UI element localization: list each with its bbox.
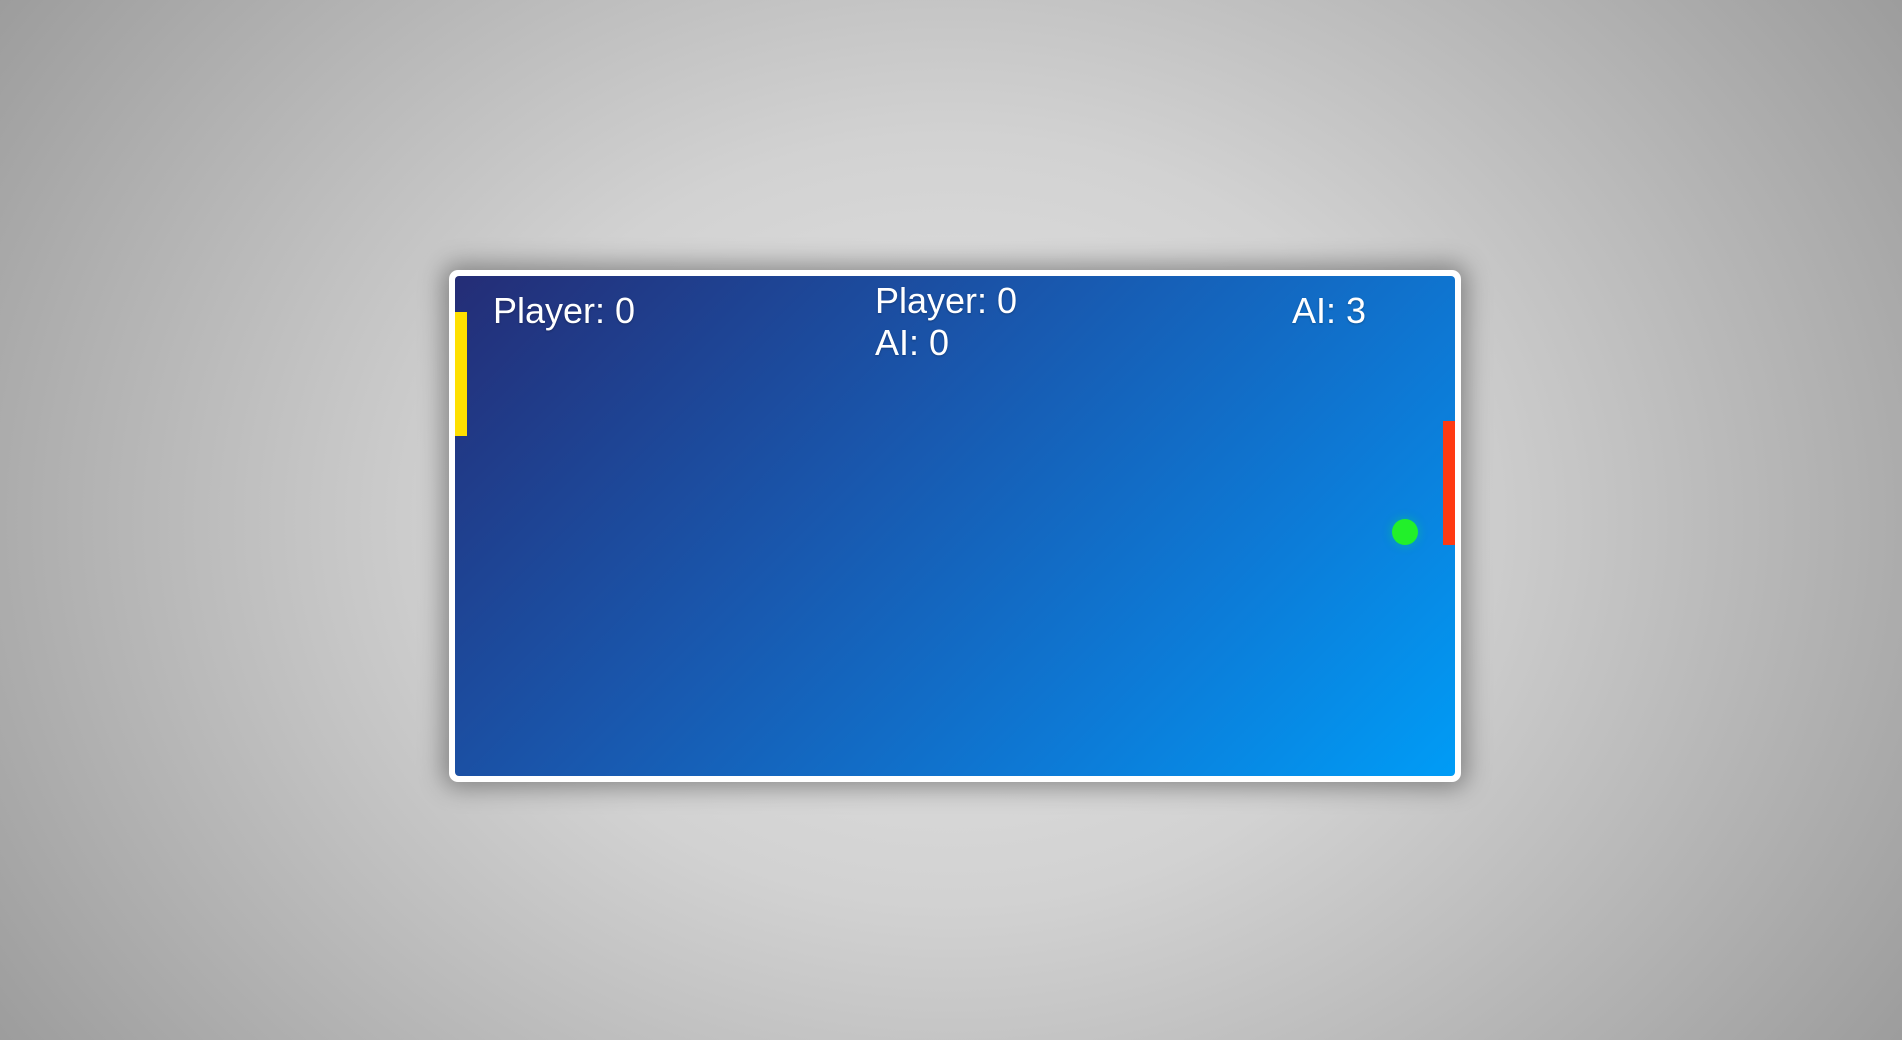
center-player-score: Player: 0	[875, 280, 1018, 321]
ai-paddle	[1443, 421, 1455, 545]
player-paddle[interactable]	[455, 312, 467, 436]
player-score-label: Player: 0	[493, 290, 636, 331]
game-frame: Player: 0 Player: 0 AI: 0 AI: 3	[449, 270, 1461, 782]
ai-score-label: AI: 3	[1292, 290, 1367, 331]
game-canvas[interactable]: Player: 0 Player: 0 AI: 0 AI: 3	[455, 276, 1455, 776]
center-ai-score: AI: 0	[875, 322, 950, 363]
ball	[1392, 519, 1418, 545]
center-scoreboard: Player: 0 AI: 0	[875, 280, 1017, 364]
